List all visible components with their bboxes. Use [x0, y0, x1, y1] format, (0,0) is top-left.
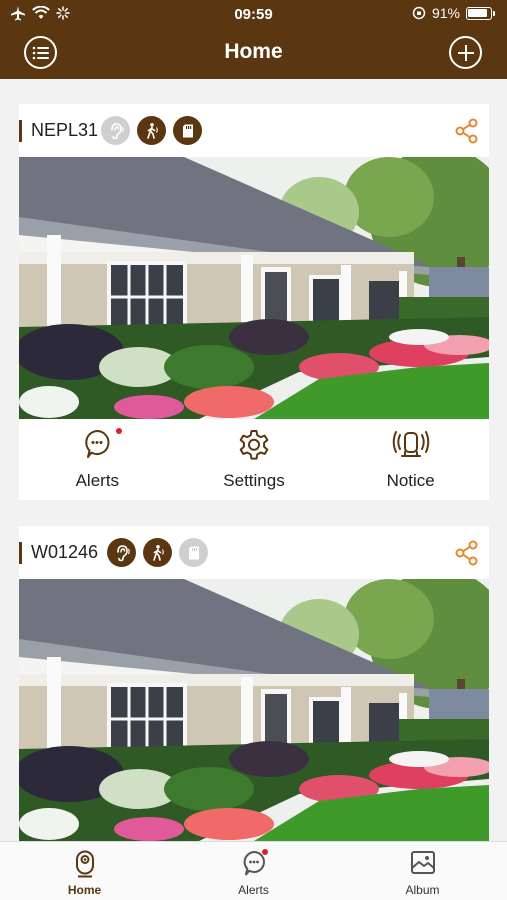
title-accent-bar — [19, 542, 22, 564]
notice-action-button[interactable]: Notice — [332, 419, 489, 500]
walking-person-icon — [152, 544, 164, 561]
unread-indicator — [116, 428, 122, 434]
walking-person-icon — [146, 122, 158, 139]
motion-detection-badge — [137, 116, 166, 145]
sd-card-icon — [182, 124, 193, 137]
device-status-badges — [107, 538, 208, 567]
orientation-lock-icon — [412, 6, 426, 20]
device-card: W01246 — [19, 526, 489, 841]
settings-label: Settings — [223, 471, 285, 490]
alerts-action-button[interactable]: Alerts — [19, 419, 176, 500]
tab-home-label: Home — [67, 883, 102, 897]
camera-snapshot[interactable] — [19, 579, 489, 841]
album-icon — [410, 851, 435, 874]
device-card-header: NEPL31 — [19, 104, 489, 157]
sound-detection-badge — [107, 538, 136, 567]
sound-detection-badge — [101, 116, 130, 145]
device-card-header: W01246 — [19, 526, 489, 579]
camera-snapshot[interactable] — [19, 157, 489, 419]
battery-percent: 91% — [431, 5, 460, 21]
notice-label: Notice — [386, 471, 435, 490]
battery-icon — [466, 6, 492, 20]
status-icons-right: 91% — [412, 5, 495, 21]
plus-icon — [457, 44, 474, 61]
sd-card-badge — [179, 538, 208, 567]
unread-indicator — [262, 849, 268, 855]
gear-icon — [239, 430, 269, 460]
tab-album-label: Album — [405, 883, 440, 897]
share-icon[interactable] — [453, 117, 481, 145]
siren-icon — [392, 431, 429, 457]
page-title: Home — [224, 40, 283, 63]
ear-icon — [116, 544, 130, 561]
tab-bar: Home Alerts Album — [0, 841, 507, 900]
alerts-label: Alerts — [75, 471, 120, 490]
camera-icon — [75, 850, 94, 878]
tab-alerts[interactable]: Alerts — [169, 842, 338, 900]
device-actions: Alerts Settings Notice — [19, 419, 489, 500]
status-bar: 09:59 91% — [0, 0, 507, 28]
alert-bubble-icon — [85, 430, 110, 458]
sd-card-icon — [188, 546, 199, 559]
motion-detection-badge — [143, 538, 172, 567]
device-name: W01246 — [31, 542, 99, 562]
app-header: 09:59 91% Home — [0, 0, 507, 79]
share-icon[interactable] — [453, 539, 481, 567]
title-accent-bar — [19, 120, 22, 142]
device-name: NEPL31 — [31, 120, 99, 140]
sd-card-badge — [173, 116, 202, 145]
nav-bar: Home — [0, 34, 507, 70]
add-device-button[interactable] — [449, 36, 482, 69]
ear-icon — [110, 122, 124, 139]
tab-alerts-label: Alerts — [238, 883, 269, 897]
settings-action-button[interactable]: Settings — [176, 419, 333, 500]
device-card: NEPL31 Alerts Settings Notice — [19, 104, 489, 500]
tab-home[interactable]: Home — [0, 842, 169, 900]
battery-tip — [493, 10, 495, 16]
device-status-badges — [101, 116, 202, 145]
device-list[interactable]: NEPL31 Alerts Settings Notice W01246 — [0, 79, 507, 841]
tab-album[interactable]: Album — [338, 842, 507, 900]
